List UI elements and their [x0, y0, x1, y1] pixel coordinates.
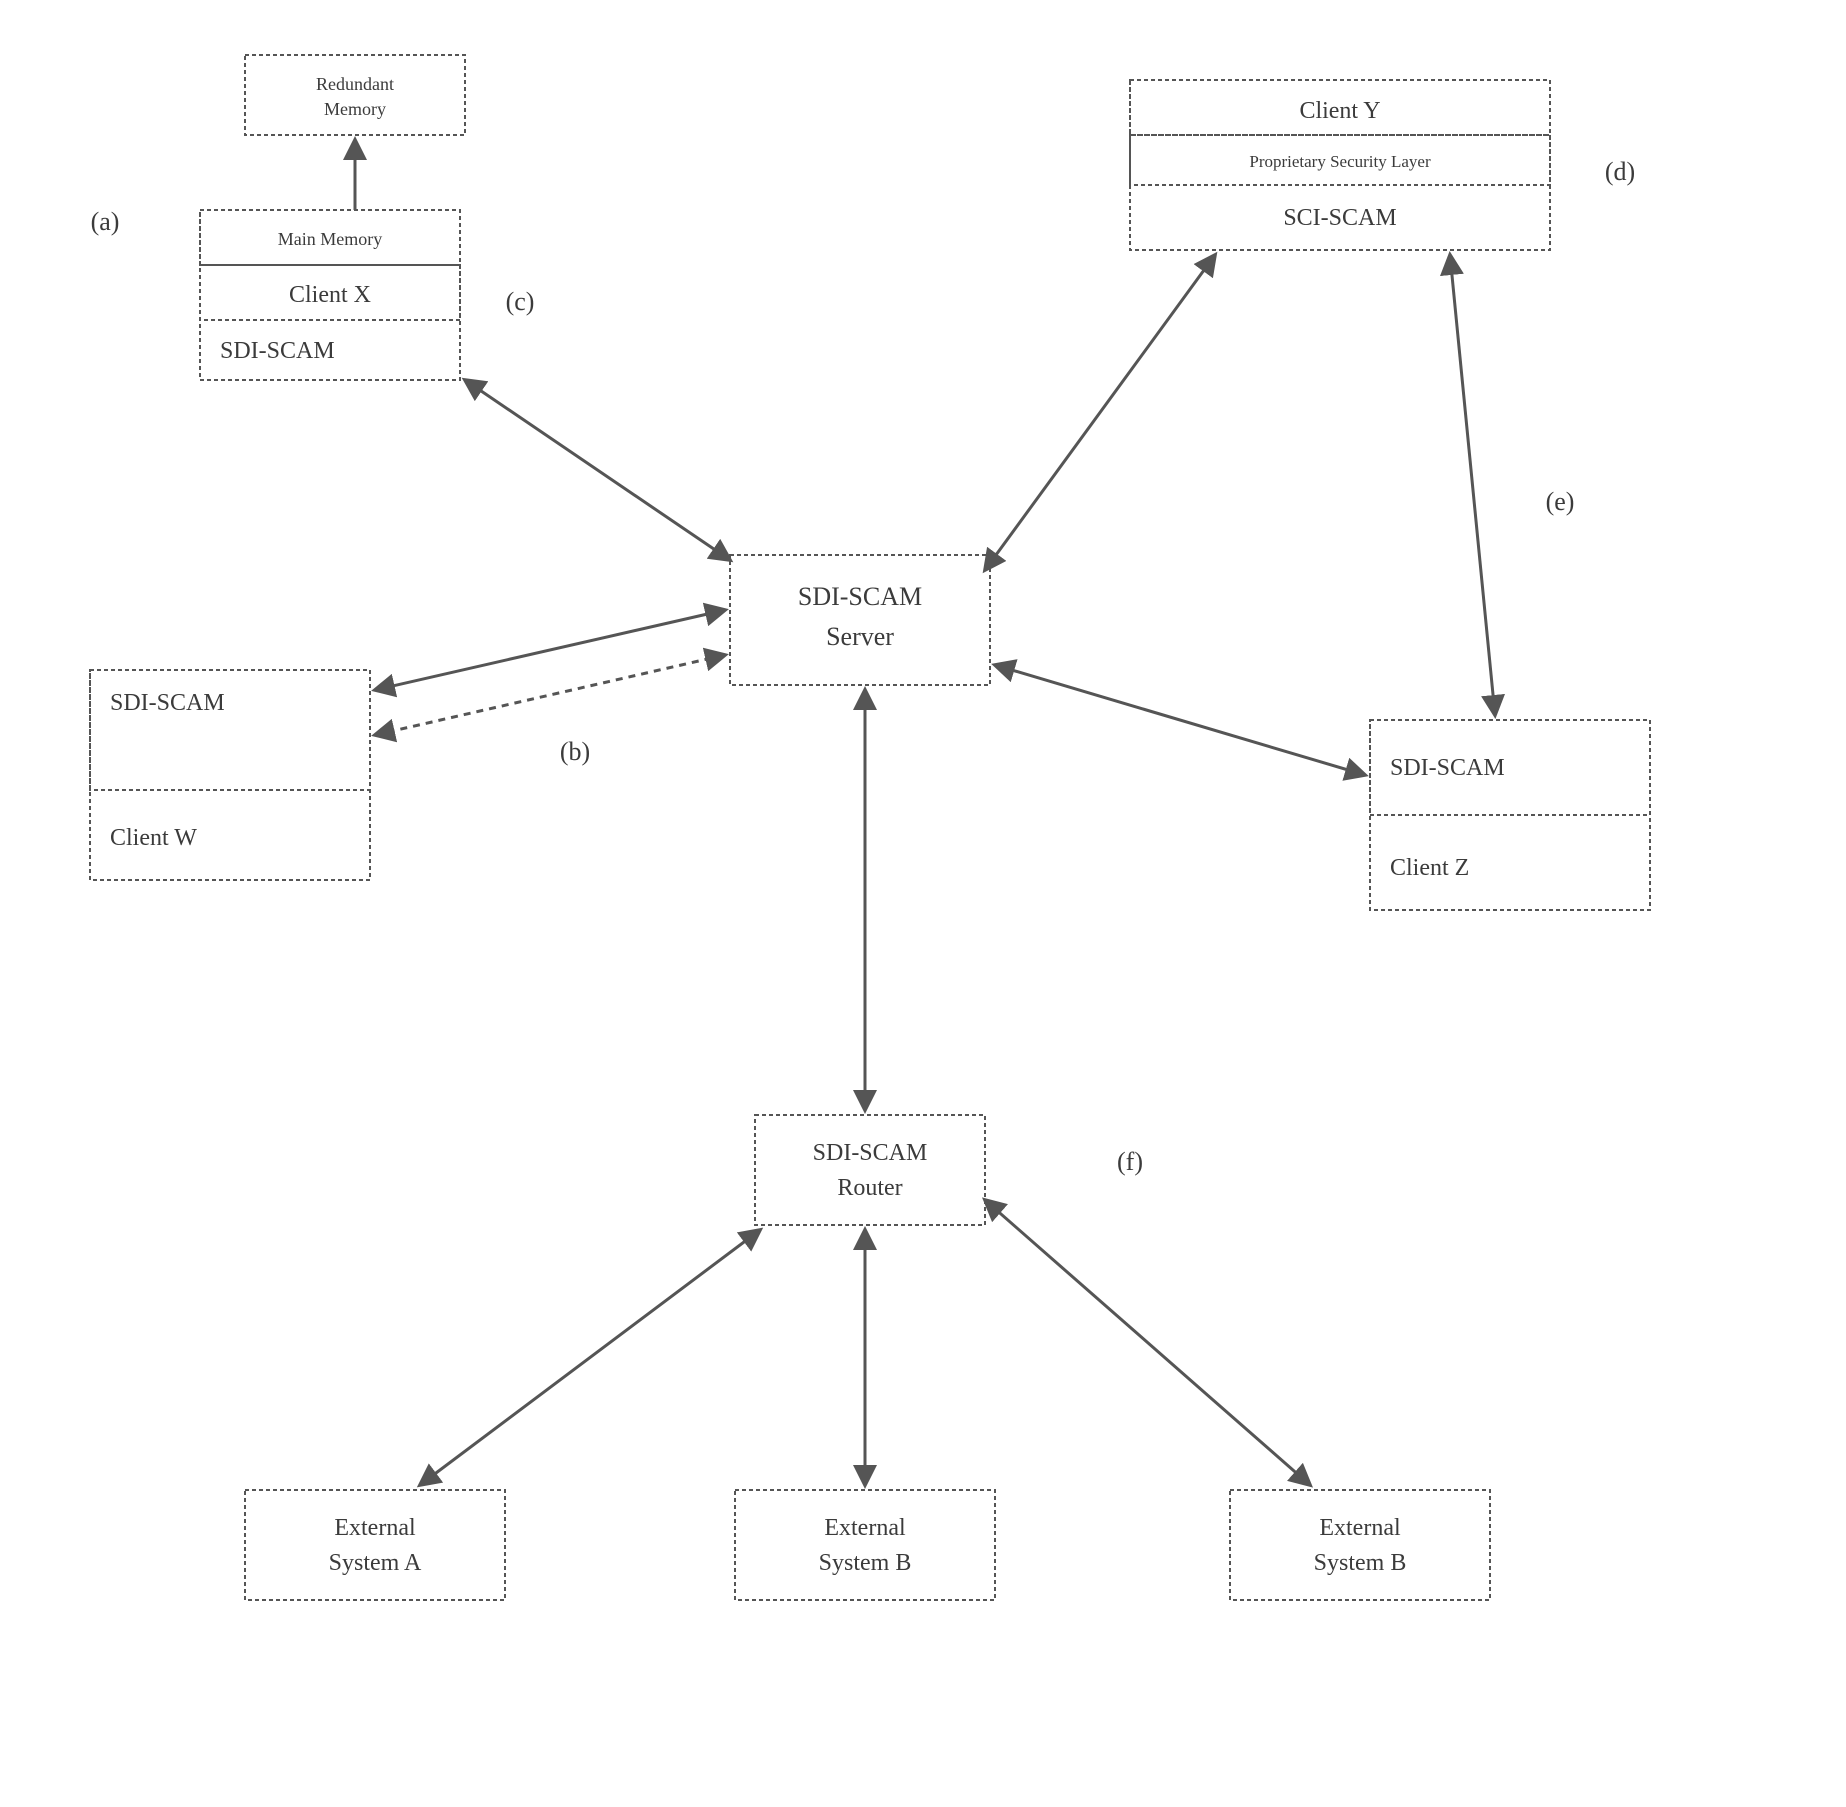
redundant-memory-line1: Redundant — [316, 74, 394, 94]
ext-b2-line1: External — [1319, 1515, 1401, 1541]
edge-w-server-dashed — [375, 655, 725, 735]
node-server: SDI-SCAM Server — [730, 555, 990, 685]
node-external-b-1: External System B — [735, 1490, 995, 1600]
label-f: (f) — [1117, 1147, 1143, 1176]
client-x-scam: SDI-SCAM — [220, 338, 335, 364]
client-y-client: Client Y — [1299, 98, 1380, 124]
server-line2: Server — [826, 622, 894, 651]
node-client-z: SDI-SCAM Client Z — [1370, 720, 1650, 910]
label-d: (d) — [1605, 157, 1635, 186]
redundant-memory-line2: Memory — [324, 99, 386, 119]
ext-b2-line2: System B — [1314, 1550, 1407, 1576]
edge-router-exta — [420, 1230, 760, 1485]
label-a: (a) — [91, 207, 120, 236]
client-w-client: Client W — [110, 825, 197, 851]
ext-b1-line2: System B — [819, 1550, 912, 1576]
server-line1: SDI-SCAM — [798, 582, 922, 611]
edge-router-extb2 — [985, 1200, 1310, 1485]
client-x-main-memory: Main Memory — [278, 229, 382, 249]
client-w-scam: SDI-SCAM — [110, 690, 225, 716]
client-y-security: Proprietary Security Layer — [1249, 152, 1431, 171]
ext-b1-line1: External — [824, 1515, 906, 1541]
client-z-scam: SDI-SCAM — [1390, 755, 1505, 781]
edge-server-y — [985, 255, 1215, 570]
ext-a-line1: External — [334, 1515, 416, 1541]
edge-w-server-solid — [375, 610, 725, 690]
node-client-y: Client Y Proprietary Security Layer SCI-… — [1130, 80, 1550, 250]
edge-server-z — [995, 665, 1365, 775]
label-b: (b) — [560, 737, 590, 766]
router-line1: SDI-SCAM — [813, 1140, 928, 1166]
node-router: SDI-SCAM Router — [755, 1115, 985, 1225]
node-client-x: Main Memory Client X SDI-SCAM — [200, 210, 460, 380]
node-client-w: SDI-SCAM Client W — [90, 670, 370, 880]
client-x-client: Client X — [289, 282, 371, 308]
label-e: (e) — [1546, 487, 1575, 516]
ext-a-line2: System A — [329, 1550, 422, 1576]
edge-x-server — [465, 380, 730, 560]
node-external-b-2: External System B — [1230, 1490, 1490, 1600]
node-external-a: External System A — [245, 1490, 505, 1600]
node-redundant-memory: Redundant Memory — [245, 55, 465, 135]
client-y-scam: SCI-SCAM — [1283, 205, 1396, 231]
router-line2: Router — [837, 1175, 902, 1201]
edge-y-z — [1450, 255, 1495, 715]
client-z-client: Client Z — [1390, 855, 1469, 881]
label-c: (c) — [506, 287, 535, 316]
